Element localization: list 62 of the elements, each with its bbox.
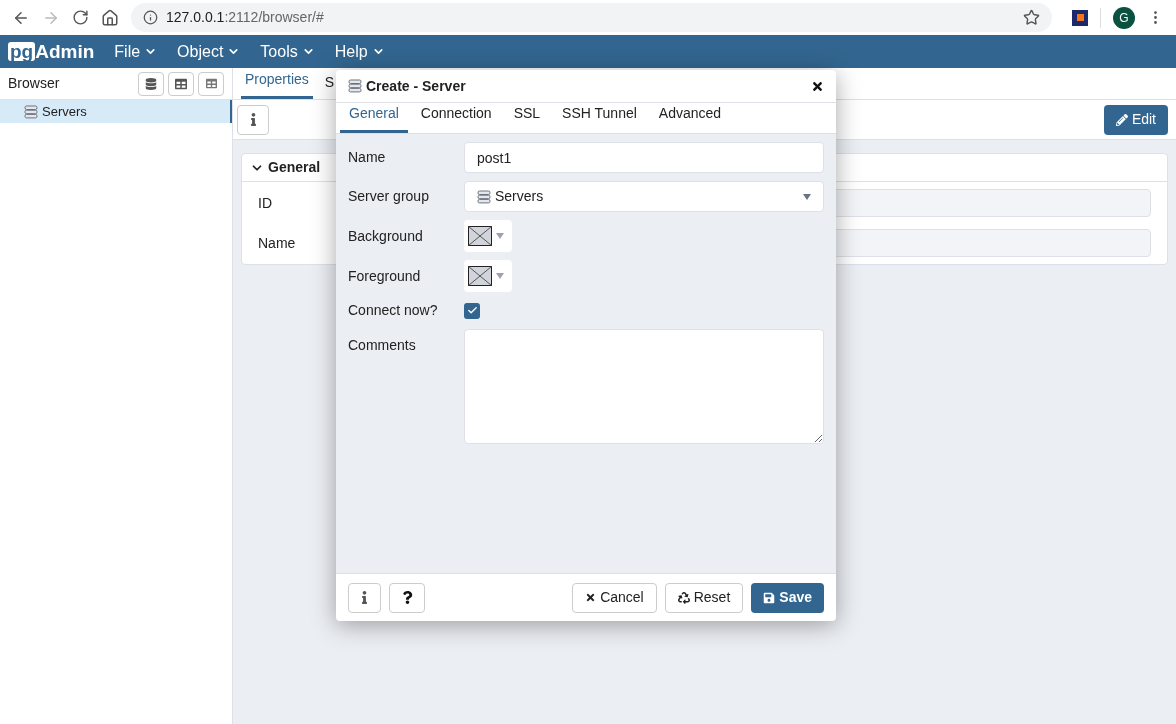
server-group-select[interactable]: Servers	[464, 181, 824, 212]
query-tool-button[interactable]	[138, 71, 164, 96]
home-icon[interactable]	[101, 8, 119, 27]
close-button[interactable]	[811, 79, 824, 93]
caret-icon	[496, 273, 504, 279]
menu-item[interactable]: File	[114, 39, 158, 64]
field-label: Foreground	[348, 266, 422, 286]
filter-table-button[interactable]	[198, 71, 224, 96]
dialog-tab[interactable]: Connection	[411, 103, 501, 133]
field-label: Background	[348, 226, 424, 246]
dialog-tab[interactable]: SSL	[504, 103, 550, 133]
dialog-tab[interactable]: SSH Tunnel	[553, 103, 646, 133]
no-color-icon	[468, 226, 492, 246]
table-icon	[175, 77, 187, 90]
color-picker[interactable]	[464, 220, 512, 252]
reload-icon[interactable]	[72, 9, 89, 26]
panel-title: Browser	[8, 74, 61, 93]
table-icon	[205, 78, 217, 89]
bookmark-star-icon[interactable]	[1023, 9, 1040, 26]
question-mark-icon	[400, 591, 414, 604]
info-icon	[143, 10, 158, 25]
url-host: 127.0.0.1	[166, 9, 225, 25]
field-label: Connect now?	[348, 301, 439, 320]
field-label: Server group	[348, 187, 430, 206]
info-button[interactable]	[348, 582, 381, 613]
help-button[interactable]	[389, 582, 425, 613]
no-color-icon	[468, 266, 492, 286]
close-icon	[585, 592, 597, 603]
cancel-button[interactable]: Cancel	[572, 582, 657, 613]
name-input[interactable]: post1	[464, 142, 824, 173]
connect-checkbox[interactable]	[464, 302, 480, 319]
caret-icon	[803, 193, 811, 200]
reset-button[interactable]: Reset	[664, 582, 744, 613]
pencil-icon	[1115, 113, 1128, 126]
server-stack-icon	[24, 104, 38, 119]
close-icon	[811, 79, 824, 93]
dialog-title: Create - Server	[366, 76, 467, 96]
info-button[interactable]	[237, 104, 269, 135]
profile-avatar[interactable]: G	[1113, 6, 1135, 29]
edit-button[interactable]: Edit	[1103, 104, 1168, 135]
server-stack-icon	[348, 79, 362, 93]
tree-item[interactable]: Servers	[0, 100, 232, 123]
save-icon	[763, 591, 776, 604]
server-stack-icon	[477, 189, 491, 204]
extension-icon[interactable]	[1072, 9, 1088, 26]
pgadmin-logo: pg Admin	[8, 42, 95, 61]
url-path: :2112/browser/#	[224, 9, 324, 25]
field-label: Name	[348, 148, 387, 167]
address-bar[interactable]: 127.0.0.1:2112/browser/#	[131, 3, 1052, 32]
check-icon	[466, 305, 478, 316]
menu-item[interactable]: Tools	[260, 39, 315, 64]
menu-item[interactable]: Object	[177, 39, 241, 64]
caret-icon	[496, 233, 504, 239]
recycle-icon	[677, 591, 690, 604]
table-view-button[interactable]	[168, 71, 194, 96]
color-picker[interactable]	[464, 260, 512, 292]
field-label: Comments	[348, 336, 417, 355]
panel-tab[interactable]: S	[320, 72, 339, 99]
save-button[interactable]: Save	[751, 582, 824, 613]
database-icon	[145, 77, 157, 90]
menu-item[interactable]: Help	[334, 39, 385, 64]
dialog-tab[interactable]: Advanced	[649, 103, 731, 133]
